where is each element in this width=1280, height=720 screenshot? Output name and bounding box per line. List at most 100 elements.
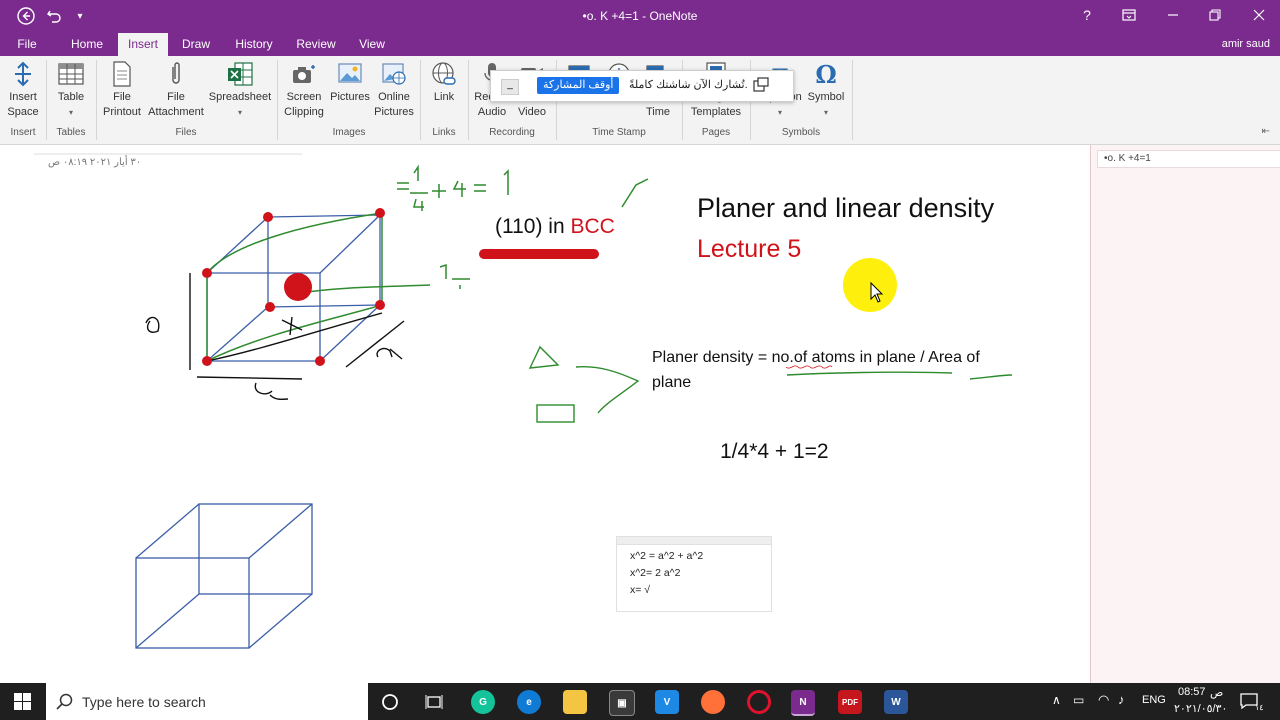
lecture-subtitle[interactable]: Lecture 5 (697, 235, 801, 264)
clock-time[interactable]: 08:57 (1178, 686, 1206, 698)
group-label-images: Images (332, 127, 366, 138)
plane-ink-green (206, 212, 431, 362)
tab-file[interactable]: File (10, 33, 44, 56)
file-attachment-button[interactable]: File Attachment (146, 60, 206, 120)
word-icon[interactable]: W (884, 690, 908, 714)
plain-cube-drawing (135, 503, 313, 649)
paperclip-icon (161, 60, 191, 88)
file-explorer-icon[interactable] (563, 690, 587, 714)
file-printout-label-2: Printout (103, 106, 141, 118)
close-icon[interactable] (1236, 0, 1280, 30)
minimize-icon[interactable] (1150, 0, 1196, 30)
clock-ampm: ص (1210, 687, 1224, 699)
screen-share-banner: _ أوقف المشاركة تُشارك الآن شاشتك كاملةً… (490, 70, 794, 102)
container-drag-handle[interactable] (617, 537, 771, 545)
math-note-container[interactable]: x^2 = a^2 + a^2 x^2= 2 a^2 x= √ (616, 536, 772, 612)
link-label: Link (433, 91, 455, 103)
chevron-down-icon: ▾ (777, 108, 782, 117)
taskbar-search-box[interactable]: Type here to search (46, 683, 368, 720)
volume-icon[interactable]: ♪ (1118, 692, 1125, 707)
clock-date[interactable]: ٢٠٢١/٠٥/٣٠ (1174, 702, 1227, 715)
ribbon-separator (96, 60, 97, 140)
vpn-app-icon[interactable]: V (655, 690, 679, 714)
link-globe-icon (429, 60, 459, 88)
excel-spreadsheet-icon (225, 60, 255, 88)
online-pictures-label-2: Pictures (374, 106, 414, 118)
table-button[interactable]: Table ▾ (52, 60, 90, 120)
chevron-down-icon: ▾ (237, 108, 242, 117)
record-audio-label-2: Audio (477, 106, 507, 118)
collapse-ribbon-icon[interactable]: ⇤ (1262, 126, 1270, 137)
definition-line-2[interactable]: plane (652, 374, 691, 392)
online-pictures-label-1: Online (378, 91, 410, 103)
screen-clipping-button[interactable]: Screen Clipping (282, 60, 326, 120)
symbol-button[interactable]: Ω Symbol ▾ (804, 60, 848, 120)
language-indicator[interactable]: ENG (1142, 694, 1166, 706)
windows-start-icon[interactable] (14, 693, 31, 715)
minimize-banner-button[interactable]: _ (501, 79, 519, 95)
ribbon-separator (277, 60, 278, 140)
formula-text[interactable]: 1/4*4 + 1=2 (720, 440, 829, 464)
definition-line-1[interactable]: Planer density = no.of atoms in plane / … (652, 349, 980, 367)
spreadsheet-button[interactable]: Spreadsheet ▾ (208, 60, 272, 120)
share-window-icon[interactable] (753, 77, 769, 93)
user-name[interactable]: amir saud (1222, 33, 1270, 55)
group-label-pages: Pages (701, 127, 731, 138)
group-label-files: Files (175, 127, 197, 138)
symbol-label: Symbol (807, 91, 845, 103)
wifi-icon[interactable]: ◠ (1098, 692, 1109, 708)
show-hidden-icons-icon[interactable]: ∧ (1052, 693, 1061, 707)
online-pictures-button[interactable]: Online Pictures (372, 60, 416, 120)
file-printout-label-1: File (113, 91, 131, 103)
network-device-icon[interactable]: ▭ (1073, 693, 1084, 707)
page-title[interactable]: Planer and linear density (697, 193, 994, 224)
online-picture-icon (379, 60, 409, 88)
opera-icon[interactable] (747, 690, 771, 714)
pictures-button[interactable]: Pictures (328, 60, 372, 105)
help-button[interactable]: ? (1064, 0, 1110, 30)
store-icon[interactable]: ▣ (609, 690, 635, 716)
group-label-links: Links (432, 127, 456, 138)
link-button[interactable]: Link (424, 60, 464, 105)
firefox-icon[interactable] (701, 690, 725, 714)
task-view-icon[interactable] (425, 693, 443, 716)
screen-clipping-label-1: Screen (286, 91, 322, 103)
edge-browser-icon[interactable]: e (517, 690, 541, 714)
file-printout-icon (107, 60, 137, 88)
spreadsheet-label: Spreadsheet (208, 91, 272, 103)
stop-sharing-button[interactable]: أوقف المشاركة (537, 77, 620, 94)
tab-history[interactable]: History (230, 33, 278, 56)
onenote-taskbar-icon[interactable]: N (791, 690, 815, 716)
page-list-item[interactable]: •o. K +4=1 (1097, 150, 1280, 168)
group-label-insert: Insert (10, 127, 36, 138)
insert-space-button[interactable]: Insert Space (4, 60, 42, 120)
math-line[interactable]: x^2 = a^2 + a^2 (630, 550, 703, 562)
tab-insert[interactable]: Insert (118, 33, 168, 56)
bcc-label-accent: BCC (570, 215, 615, 238)
ribbon-separator (46, 60, 47, 140)
tab-home[interactable]: Home (64, 33, 110, 56)
pdf-reader-icon[interactable]: PDF (838, 690, 862, 714)
table-label: Table (57, 91, 85, 103)
bcc-label: (110) in BCC (495, 215, 615, 239)
group-label-tables: Tables (56, 127, 86, 138)
group-label-symbols: Symbols (781, 127, 821, 138)
ribbon-tabs: File Home Insert Draw History Review Vie… (0, 33, 1280, 56)
math-line[interactable]: x^2= 2 a^2 (630, 567, 680, 579)
file-attachment-label-1: File (167, 91, 185, 103)
note-canvas[interactable]: ٣٠ أيار ٢٠٢١ ٠٨:١٩ ص (110) in BCC Planer… (0, 145, 1090, 683)
grammarly-icon[interactable]: G (471, 690, 495, 714)
tab-review[interactable]: Review (292, 33, 340, 56)
tab-draw[interactable]: Draw (176, 33, 216, 56)
ribbon-display-icon[interactable] (1106, 0, 1152, 30)
file-printout-button[interactable]: File Printout (100, 60, 144, 120)
file-attachment-label-2: Attachment (148, 106, 204, 118)
cortana-icon[interactable] (381, 693, 399, 716)
windows-taskbar: Type here to search G e ▣ V N PDF W ∧ ▭ … (0, 683, 1280, 720)
camera-icon (289, 60, 319, 88)
ribbon-separator (420, 60, 421, 140)
restore-icon[interactable] (1192, 0, 1238, 30)
bcc-label-prefix: (110) in (495, 215, 571, 238)
math-line[interactable]: x= √ (630, 584, 650, 596)
tab-view[interactable]: View (354, 33, 390, 56)
